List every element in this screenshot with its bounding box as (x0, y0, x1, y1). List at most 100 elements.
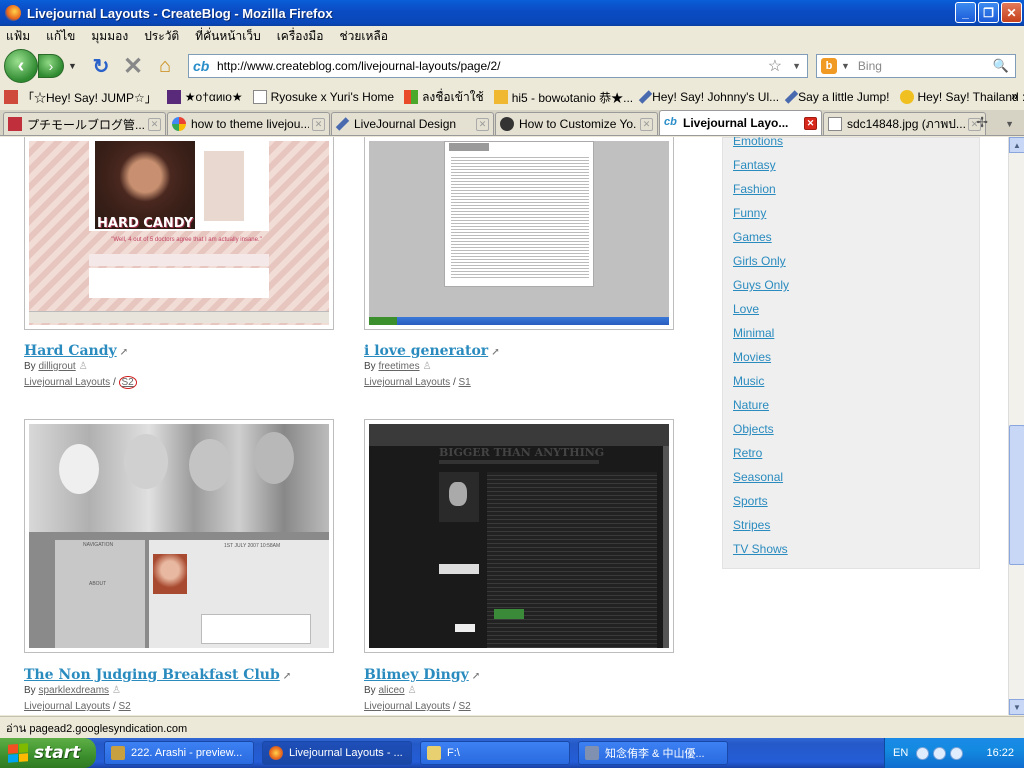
tab[interactable]: プチモールブログ管... ✕ (3, 112, 166, 135)
tab[interactable]: how to theme livejou... ✕ (167, 112, 330, 135)
reload-button[interactable]: ↻ (88, 53, 114, 79)
search-bar[interactable]: b ▼ Bing 🔍 (816, 54, 1016, 78)
menu-file[interactable]: แฟ้ม (6, 27, 30, 46)
scrollbar-thumb[interactable] (1009, 425, 1024, 565)
bookmark-item[interactable]: Hey! Say! Thailand :) ... (899, 90, 1024, 104)
bookmark-item[interactable]: ★o†αиιo★ (166, 90, 243, 104)
volume-icon[interactable] (950, 746, 964, 760)
tab-active[interactable]: cb Livejournal Layo... ✕ (659, 110, 822, 135)
url-text[interactable]: http://www.createblog.com/livejournal-la… (217, 59, 768, 73)
history-dropdown-icon[interactable]: ▼ (68, 61, 77, 71)
vertical-scrollbar[interactable]: ▲ ▼ (1008, 137, 1024, 715)
category-link-tv-shows[interactable]: TV Shows (733, 542, 788, 556)
search-icon[interactable]: 🔍 (993, 58, 1009, 74)
category-link-emotions[interactable]: Emotions (733, 137, 783, 148)
tab[interactable]: sdc14848.jpg (ภาพป... ✕ (823, 112, 986, 135)
category-link-guys-only[interactable]: Guys Only (733, 278, 789, 292)
layout-thumbnail[interactable]: NAVIGATION ABOUT 1ST JULY 2007 10:58AM (24, 419, 334, 653)
tab-close-icon[interactable]: ✕ (640, 117, 653, 131)
external-link-icon[interactable]: ↗ (283, 671, 291, 682)
external-link-icon[interactable]: ↗ (491, 347, 499, 358)
layout-title-link[interactable]: i love generator ↗ (364, 343, 500, 359)
maximize-button[interactable]: ❐ (978, 2, 999, 23)
minimize-button[interactable]: _ (955, 2, 976, 23)
layout-title-link[interactable]: The Non Judging Breakfast Club ↗ (24, 667, 291, 683)
menu-tools[interactable]: เครื่องมือ (277, 27, 324, 46)
author-link[interactable]: dilligrout (38, 361, 75, 372)
category-link-minimal[interactable]: Minimal (733, 326, 774, 340)
tab-list-dropdown-icon[interactable]: ▼ (1005, 119, 1014, 129)
author-link[interactable]: sparklexdreams (38, 685, 109, 696)
bookmark-item[interactable]: ลงชื่อเข้าใช้ (404, 88, 484, 107)
back-button[interactable]: ‹ (4, 49, 38, 83)
layout-thumbnail[interactable]: HARD CANDY "Well, 4 out of 5 doctors agr… (24, 137, 334, 330)
bookmarks-overflow-button[interactable]: » (1011, 89, 1018, 103)
bookmark-item[interactable]: Say a little Jump! (784, 90, 890, 104)
close-button[interactable]: ✕ (1001, 2, 1022, 23)
category-link-sports[interactable]: Sports (733, 494, 768, 508)
author-link[interactable]: freetimes (378, 361, 419, 372)
taskbar-item[interactable]: 222. Arashi - preview... (104, 741, 254, 765)
category-link[interactable]: Livejournal Layouts (364, 701, 450, 712)
url-dropdown-icon[interactable]: ▼ (792, 61, 801, 71)
forward-button[interactable]: › (38, 54, 64, 78)
stop-button[interactable]: ✕ (120, 53, 146, 80)
taskbar-item-active[interactable]: Livejournal Layouts - ... (262, 741, 412, 765)
scroll-down-arrow-icon[interactable]: ▼ (1009, 699, 1024, 715)
category-link-love[interactable]: Love (733, 302, 759, 316)
window-title-bar[interactable]: Livejournal Layouts - CreateBlog - Mozil… (0, 0, 1024, 26)
external-link-icon[interactable]: ↗ (472, 671, 480, 682)
tab-close-icon[interactable]: ✕ (804, 116, 817, 130)
language-indicator[interactable]: EN (893, 747, 908, 759)
tab-close-icon[interactable]: ✕ (312, 117, 325, 131)
category-link-retro[interactable]: Retro (733, 446, 762, 460)
layout-thumbnail[interactable]: BIGGER THAN ANYTHING (364, 419, 674, 653)
search-input[interactable]: Bing (858, 59, 993, 73)
category-link-fantasy[interactable]: Fantasy (733, 158, 776, 172)
bookmark-item[interactable]: hi5 - bowωtanio 恭★... (493, 89, 633, 106)
layout-title-link[interactable]: Blimey Dingy ↗ (364, 667, 480, 683)
category-link-funny[interactable]: Funny (733, 206, 766, 220)
category-link[interactable]: Livejournal Layouts (24, 377, 110, 388)
category-link[interactable]: Livejournal Layouts (364, 377, 450, 388)
category-link-girls-only[interactable]: Girls Only (733, 254, 786, 268)
tab[interactable]: How to Customize Yo... ✕ (495, 112, 658, 135)
new-tab-icon[interactable]: ✢ (976, 114, 988, 131)
bing-engine-icon[interactable]: b (821, 58, 837, 74)
tray-expand-icon[interactable] (916, 746, 930, 760)
external-link-icon[interactable]: ↗ (120, 347, 128, 358)
address-bar[interactable]: cb http://www.createblog.com/livejournal… (188, 54, 808, 78)
category-link-stripes[interactable]: Stripes (733, 518, 770, 532)
category-link-seasonal[interactable]: Seasonal (733, 470, 783, 484)
home-button[interactable]: ⌂ (152, 53, 178, 79)
menu-history[interactable]: ประวัติ (144, 27, 179, 46)
menu-edit[interactable]: แก้ไข (46, 27, 75, 46)
bookmark-item[interactable]: 「☆Hey! Say! JUMP☆」 (4, 89, 157, 106)
menu-help[interactable]: ช่วยเหลือ (339, 27, 388, 46)
tab[interactable]: LiveJournal Design ✕ (331, 112, 494, 135)
style-link[interactable]: S2 (459, 701, 471, 712)
network-icon[interactable] (933, 746, 947, 760)
category-link-music[interactable]: Music (733, 374, 764, 388)
style-link[interactable]: S2 (119, 701, 131, 712)
taskbar-item[interactable]: 知念侑李 & 中山優... (578, 741, 728, 765)
menu-bookmarks[interactable]: ที่คั่นหน้าเว็บ (195, 27, 260, 46)
category-link-nature[interactable]: Nature (733, 398, 769, 412)
author-link[interactable]: aliceo (378, 685, 404, 696)
tab-close-icon[interactable]: ✕ (148, 117, 161, 131)
category-link-fashion[interactable]: Fashion (733, 182, 776, 196)
scroll-up-arrow-icon[interactable]: ▲ (1009, 137, 1024, 153)
search-engine-dropdown-icon[interactable]: ▼ (841, 61, 850, 71)
style-link[interactable]: S2 (118, 376, 137, 389)
style-link[interactable]: S1 (459, 377, 471, 388)
category-link-objects[interactable]: Objects (733, 422, 774, 436)
category-link[interactable]: Livejournal Layouts (24, 701, 110, 712)
category-link-games[interactable]: Games (733, 230, 772, 244)
taskbar-item[interactable]: F:\ (420, 741, 570, 765)
bookmark-item[interactable]: Hey! Say! Johnny's Ul... (638, 90, 779, 104)
menu-view[interactable]: มุมมอง (91, 27, 128, 46)
tab-close-icon[interactable]: ✕ (476, 117, 489, 131)
layout-thumbnail[interactable] (364, 137, 674, 330)
bookmark-item[interactable]: Ryosuke x Yuri's Home (252, 90, 394, 104)
start-button[interactable]: start (0, 738, 96, 768)
